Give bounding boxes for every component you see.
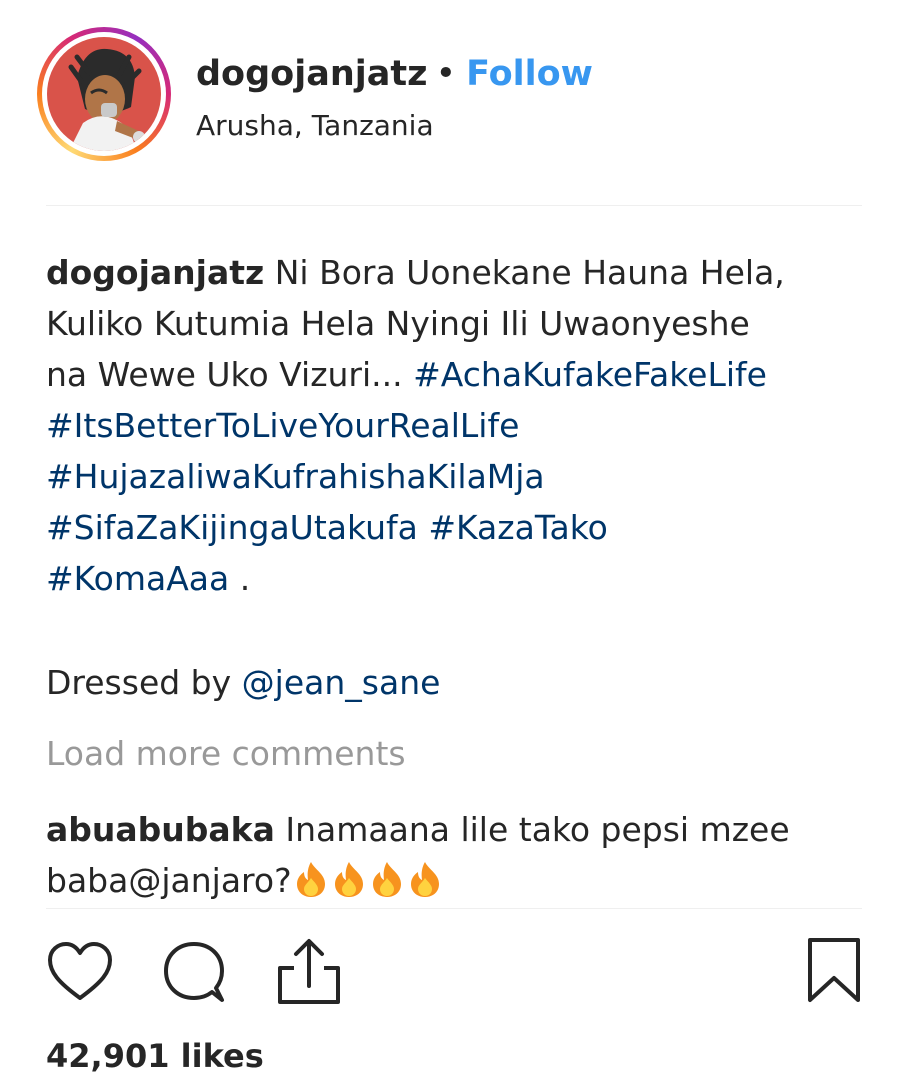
post-header: dogojanjatz • Follow Arusha, Tanzania	[0, 0, 900, 206]
header-divider	[46, 205, 862, 206]
hashtag-link[interactable]: #ItsBetterToLiveYourRealLife	[46, 406, 519, 445]
post-caption: dogojanjatz Ni Bora Uonekane Hauna Hela,…	[46, 247, 866, 604]
comment-text-line2: baba@janjaro?	[46, 861, 292, 900]
comments-divider	[46, 908, 862, 909]
bookmark-icon[interactable]	[804, 936, 864, 1010]
comment-username[interactable]: abuabubaka	[46, 810, 275, 849]
avatar[interactable]	[47, 37, 161, 151]
separator-dot: •	[435, 54, 457, 94]
comment-bubble-icon[interactable]	[160, 938, 230, 1010]
comment-text-line1: Inamaana lile tako pepsi mzee	[285, 810, 790, 849]
heart-icon[interactable]	[46, 940, 114, 1008]
caption-username[interactable]: dogojanjatz	[46, 253, 264, 292]
hashtag-link[interactable]: #SifaZaKijingaUtakufa	[46, 508, 418, 547]
fire-emoji-icon	[330, 860, 368, 912]
load-more-comments-button[interactable]: Load more comments	[46, 730, 406, 778]
credit-mention-link[interactable]: @jean_sane	[242, 663, 441, 702]
comment: abuabubaka Inamaana lile tako pepsi mzee…	[46, 804, 866, 912]
hashtag-link[interactable]: #HujazaliwaKufrahishaKilaMja	[46, 457, 545, 496]
avatar-illustration	[47, 37, 161, 151]
fire-emoji-icon	[292, 860, 330, 912]
fire-emoji-icon	[368, 860, 406, 912]
caption-text-line3: na Wewe Uko Vizuri...	[46, 355, 403, 394]
hashtag-link[interactable]: #KazaTako	[428, 508, 608, 547]
hashtag-link[interactable]: #AchaKufakeFakeLife	[413, 355, 767, 394]
hashtag-link[interactable]: #KomaAaa	[46, 559, 229, 598]
fire-emoji-icon	[406, 860, 444, 912]
story-ring[interactable]	[37, 27, 171, 161]
caption-text-line1: Ni Bora Uonekane Hauna Hela,	[274, 253, 785, 292]
fire-emojis	[292, 861, 444, 900]
post-username[interactable]: dogojanjatz	[196, 54, 427, 94]
credit-prefix: Dressed by	[46, 663, 232, 702]
share-icon[interactable]	[274, 936, 344, 1010]
username-line: dogojanjatz • Follow	[196, 52, 593, 96]
caption-credit: Dressed by @jean_sane	[46, 657, 440, 708]
likes-count[interactable]: 42,901 likes	[46, 1034, 264, 1078]
caption-text-line2: Kuliko Kutumia Hela Nyingi Ili Uwaonyesh…	[46, 304, 750, 343]
caption-trailing: .	[239, 559, 251, 598]
post-location[interactable]: Arusha, Tanzania	[196, 108, 434, 144]
follow-button[interactable]: Follow	[466, 54, 593, 94]
